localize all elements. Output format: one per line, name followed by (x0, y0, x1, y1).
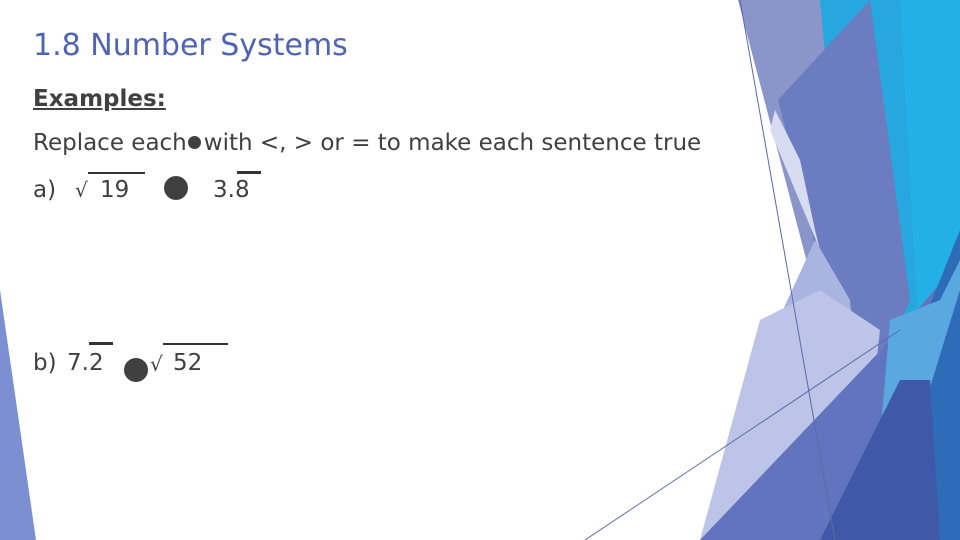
decorative-background (0, 0, 960, 540)
repeating-bar (89, 342, 113, 345)
instruction-after: with <, > or = to make each sentence tru… (203, 130, 702, 156)
radical-bar (88, 172, 145, 174)
decimal-repeating-digit: 8 (234, 177, 250, 203)
example-label: b) (33, 350, 57, 376)
comparison-placeholder-dot-icon[interactable] (164, 176, 188, 200)
repeating-decimal: 3.8 (213, 177, 250, 203)
examples-heading: Examples: (33, 86, 166, 112)
decimal-whole: 7. (67, 350, 89, 376)
left-accent-shape (0, 290, 36, 540)
decimal-whole: 3. (213, 177, 235, 203)
radicand: 52 (173, 350, 203, 376)
instruction-before: Replace each (33, 130, 187, 156)
placeholder-dot-icon (187, 135, 201, 149)
decimal-repeating-digit: 2 (88, 350, 104, 376)
repeating-bar (237, 171, 261, 174)
radical-symbol-icon: √ (150, 352, 163, 376)
comparison-placeholder-dot-icon[interactable] (124, 358, 148, 382)
repeating-decimal: 7.2 (67, 350, 104, 376)
radical-bar (163, 343, 228, 345)
instruction-text: Replace each with <, > or = to make each … (33, 130, 701, 156)
radical-symbol-icon: √ (75, 178, 88, 202)
example-label: a) (33, 177, 57, 203)
radicand: 19 (100, 177, 130, 203)
slide-title: 1.8 Number Systems (33, 28, 348, 63)
